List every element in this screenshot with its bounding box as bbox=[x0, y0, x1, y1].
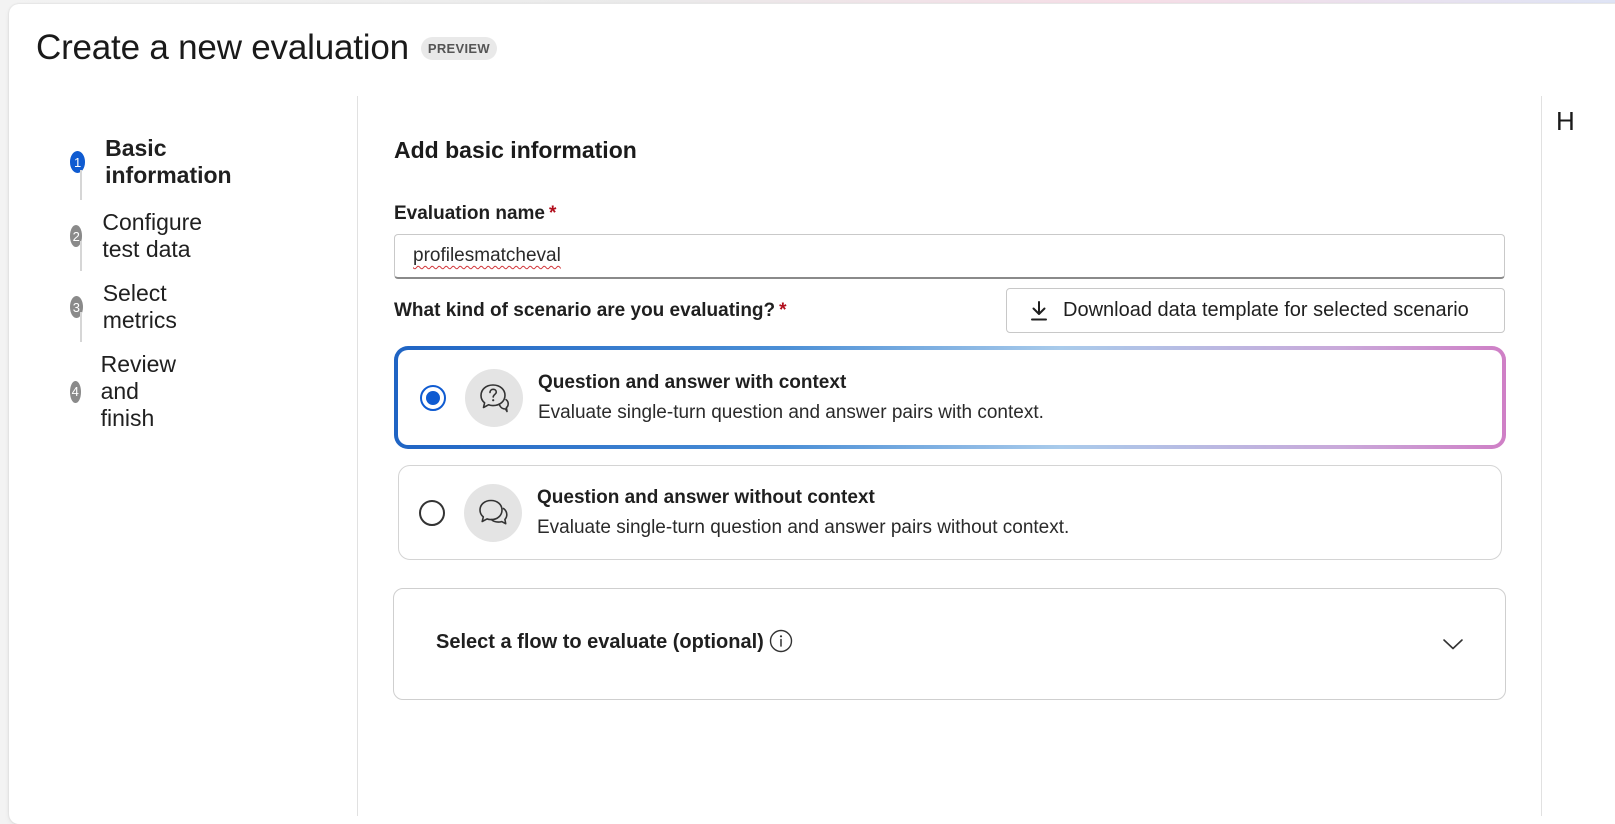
download-icon bbox=[1031, 300, 1047, 320]
step-number: 4 bbox=[70, 380, 81, 403]
step-basic-information[interactable]: 1 Basic information bbox=[70, 135, 239, 189]
download-template-button[interactable]: Download data template for selected scen… bbox=[1006, 288, 1505, 333]
scenario-text: Question and answer without context Eval… bbox=[537, 487, 1069, 539]
step-configure-test-data[interactable]: 2 Configure test data bbox=[70, 209, 212, 263]
chat-bubbles-icon bbox=[464, 483, 522, 542]
evaluation-name-label-text: Evaluation name bbox=[394, 203, 545, 224]
flow-selector-accordion[interactable]: Select a flow to evaluate (optional) bbox=[393, 588, 1506, 700]
page-title: Create a new evaluation bbox=[36, 28, 409, 67]
scenario-radio-with-context[interactable] bbox=[420, 384, 446, 411]
scenario-description: Evaluate single-turn question and answer… bbox=[538, 401, 1044, 423]
title-row: Create a new evaluation PREVIEW bbox=[36, 28, 497, 68]
evaluation-name-input[interactable]: profilesmatcheval bbox=[394, 234, 1505, 279]
scenario-card-with-context[interactable]: Question and answer with context Evaluat… bbox=[394, 346, 1506, 449]
download-template-label: Download data template for selected scen… bbox=[1063, 299, 1469, 321]
required-star: * bbox=[779, 300, 787, 321]
scenario-description: Evaluate single-turn question and answer… bbox=[537, 516, 1070, 538]
evaluation-name-label: Evaluation name * bbox=[394, 203, 556, 225]
step-connector bbox=[80, 170, 82, 200]
scenario-title: Question and answer with context bbox=[538, 371, 847, 393]
top-accent-line bbox=[0, 0, 1615, 3]
step-label: Select metrics bbox=[102, 280, 177, 333]
steps-divider bbox=[357, 96, 358, 816]
chat-question-icon bbox=[465, 368, 523, 427]
info-icon[interactable] bbox=[769, 629, 793, 653]
scenario-card-without-context[interactable]: Question and answer without context Eval… bbox=[398, 465, 1502, 560]
preview-badge: PREVIEW bbox=[420, 36, 497, 60]
step-label: Basic information bbox=[105, 135, 232, 188]
step-review-and-finish[interactable]: 4 Review and finish bbox=[70, 351, 187, 432]
chevron-down-icon[interactable] bbox=[1442, 637, 1464, 651]
step-select-metrics[interactable]: 3 Select metrics bbox=[70, 280, 186, 334]
step-label: Review and finish bbox=[100, 351, 177, 431]
scenario-title: Question and answer without context bbox=[537, 486, 875, 508]
step-number: 1 bbox=[70, 151, 86, 173]
scenario-radio-without-context[interactable] bbox=[419, 499, 445, 526]
right-panel-heading: H bbox=[1556, 106, 1575, 136]
scenario-label-text: What kind of scenario are you evaluating… bbox=[394, 300, 776, 321]
evaluation-name-value: profilesmatcheval bbox=[413, 245, 561, 266]
step-label: Configure test data bbox=[102, 209, 203, 262]
step-connector bbox=[80, 312, 82, 342]
section-title: Add basic information bbox=[394, 137, 637, 163]
step-connector bbox=[80, 241, 82, 271]
scenario-label: What kind of scenario are you evaluating… bbox=[394, 300, 787, 322]
right-panel-divider bbox=[1541, 96, 1542, 816]
flow-selector-label: Select a flow to evaluate (optional) bbox=[436, 631, 764, 653]
required-star: * bbox=[549, 203, 557, 224]
scenario-text: Question and answer with context Evaluat… bbox=[538, 372, 1044, 424]
